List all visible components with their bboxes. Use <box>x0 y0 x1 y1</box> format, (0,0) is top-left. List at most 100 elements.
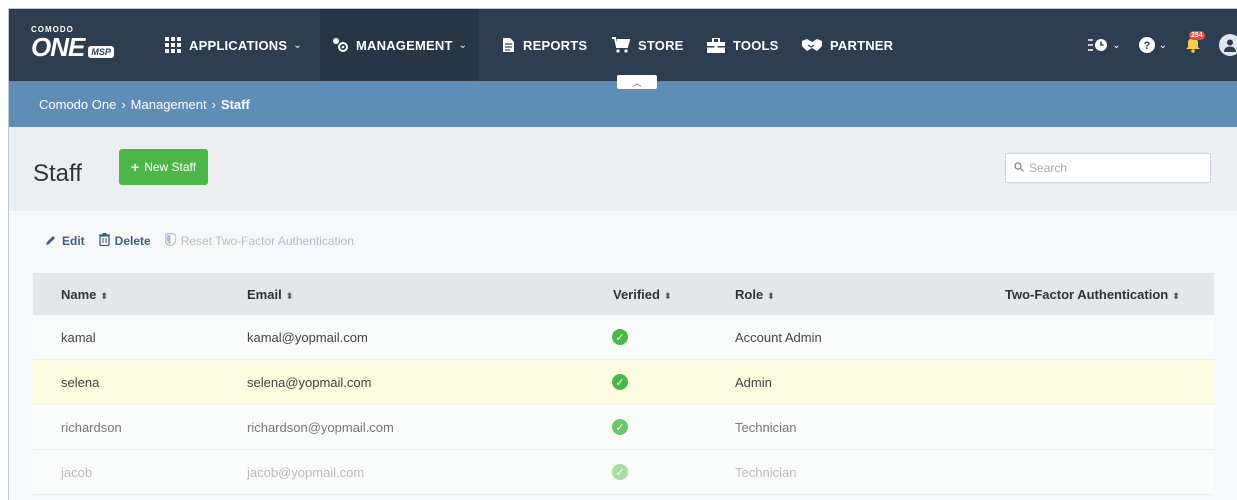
breadcrumb-root[interactable]: Comodo One <box>39 97 116 112</box>
nav-applications-label: APPLICATIONS <box>189 37 288 53</box>
cell-email: richardson@yopmail.com <box>247 419 394 435</box>
grid-icon <box>165 37 181 53</box>
nav-management[interactable]: MANAGEMENT ⌄ <box>320 9 480 81</box>
cell-role: Technician <box>735 464 797 480</box>
management-icon <box>332 37 348 53</box>
reset-2fa-label: Reset Two-Factor Authentication <box>180 234 354 248</box>
list-clock-icon <box>1088 37 1108 53</box>
nav-store-label: STORE <box>638 37 684 53</box>
table-header: Name ⬍ Email ⬍ Verified ⬍ Role ⬍ Two-Factor … <box>33 273 1214 315</box>
search-icon <box>1014 161 1024 175</box>
breadcrumb-current: Staff <box>220 96 250 112</box>
help-icon: ? <box>1138 37 1155 53</box>
history-menu[interactable]: ⌄ <box>1088 37 1121 53</box>
edit-label: Edit <box>62 234 85 248</box>
chevron-down-icon: ⌄ <box>1158 39 1167 51</box>
collapse-nav-button[interactable]: ︿ <box>617 75 657 89</box>
handshake-icon <box>802 38 822 52</box>
verified-check-icon: ✓ <box>612 329 628 346</box>
verified-check-icon: ✓ <box>612 419 628 436</box>
sort-icon: ⬍ <box>663 290 672 301</box>
cell-email: jacob@yopmail.com <box>247 464 365 480</box>
staff-table: Name ⬍ Email ⬍ Verified ⬍ Role ⬍ Two-Factor … <box>33 273 1214 495</box>
column-header-tfa[interactable]: Two-Factor Authentication ⬍ <box>1005 287 1214 302</box>
nav-partner[interactable]: PARTNER <box>802 9 893 81</box>
edit-button[interactable]: Edit <box>45 234 85 249</box>
page-title: Staff <box>33 160 82 187</box>
logo-msp-badge: MSP <box>88 45 114 58</box>
comodo-one-logo[interactable]: COMODO ONE MSP <box>31 25 114 61</box>
trash-icon <box>98 233 110 249</box>
cell-verified: ✓ <box>584 419 735 436</box>
table-row[interactable]: jacob jacob@yopmail.com ✓ Technician <box>33 450 1214 495</box>
nav-reports[interactable]: REPORTS <box>502 9 587 81</box>
top-right-controls: ⌄ ? ⌄ 254 <box>1070 9 1237 81</box>
chevron-down-icon: ⌄ <box>293 39 302 51</box>
notifications-button[interactable]: 254 <box>1185 31 1205 53</box>
column-role-label: Role <box>735 286 764 302</box>
cell-name: selena <box>61 374 100 390</box>
cell-name: richardson <box>61 419 122 435</box>
sort-icon: ⬍ <box>285 290 294 301</box>
pencil-icon <box>45 234 57 249</box>
chevron-down-icon: ⌄ <box>1112 39 1121 51</box>
column-tfa-label: Two-Factor Authentication <box>1005 286 1169 302</box>
table-row[interactable]: selena selena@yopmail.com ✓ Admin <box>33 360 1214 405</box>
nav-partner-label: PARTNER <box>830 37 894 53</box>
search-box[interactable] <box>1005 153 1211 183</box>
verified-check-icon: ✓ <box>612 374 628 391</box>
top-navigation: COMODO ONE MSP APPLICATIONS ⌄ MANAGEMENT … <box>9 9 1237 81</box>
new-staff-button[interactable]: + New Staff <box>119 149 208 185</box>
notification-count-badge: 254 <box>1189 31 1205 40</box>
nav-management-label: MANAGEMENT <box>356 37 453 53</box>
cell-email: kamal@yopmail.com <box>247 329 368 345</box>
column-header-role[interactable]: Role ⬍ <box>735 287 1005 302</box>
nav-reports-label: REPORTS <box>523 37 588 53</box>
avatar-icon <box>1219 34 1237 56</box>
reset-2fa-button[interactable]: Reset Two-Factor Authentication <box>164 232 354 249</box>
verified-check-icon: ✓ <box>612 464 628 481</box>
svg-text:?: ? <box>1143 40 1150 52</box>
cell-email: selena@yopmail.com <box>247 374 372 390</box>
chevron-up-icon: ︿ <box>632 77 642 88</box>
toolbox-icon <box>707 37 725 53</box>
cell-verified: ✓ <box>584 374 735 391</box>
column-header-verified[interactable]: Verified ⬍ <box>584 287 735 302</box>
reports-icon <box>502 37 515 53</box>
app-frame: COMODO ONE MSP APPLICATIONS ⌄ MANAGEMENT … <box>8 8 1237 500</box>
table-row[interactable]: richardson richardson@yopmail.com ✓ Tech… <box>33 405 1214 450</box>
cell-verified: ✓ <box>584 329 735 346</box>
search-input[interactable] <box>1029 161 1199 175</box>
delete-button[interactable]: Delete <box>98 233 151 249</box>
delete-label: Delete <box>114 234 151 248</box>
breadcrumb-separator: › <box>211 96 216 112</box>
column-header-email[interactable]: Email ⬍ <box>247 287 584 302</box>
sort-icon: ⬍ <box>767 290 775 301</box>
help-menu[interactable]: ? ⌄ <box>1138 37 1167 53</box>
cell-name: jacob <box>61 464 93 480</box>
action-toolbar: Edit Delete Reset Two-Factor Authenticat… <box>45 232 368 249</box>
column-header-name[interactable]: Name ⬍ <box>33 287 247 302</box>
logo-product: ONE <box>31 32 85 62</box>
plus-icon: + <box>131 159 140 175</box>
nav-tools-label: TOOLS <box>733 37 779 53</box>
sort-icon: ⬍ <box>100 290 108 301</box>
cell-role: Admin <box>735 374 772 390</box>
chevron-down-icon: ⌄ <box>458 39 468 51</box>
new-staff-label: New Staff <box>144 160 196 174</box>
nav-store[interactable]: STORE <box>612 9 684 81</box>
nav-applications[interactable]: APPLICATIONS ⌄ <box>165 9 302 81</box>
cart-icon <box>612 37 630 53</box>
breadcrumb-separator: › <box>121 96 126 112</box>
cell-role: Account Admin <box>735 329 822 345</box>
cell-role: Technician <box>735 419 797 435</box>
cell-name: kamal <box>61 329 96 345</box>
table-row[interactable]: kamal kamal@yopmail.com ✓ Account Admin <box>33 315 1214 360</box>
column-email-label: Email <box>247 286 282 302</box>
column-name-label: Name <box>61 286 97 302</box>
sort-icon: ⬍ <box>1172 290 1180 301</box>
column-verified-label: Verified <box>613 286 660 302</box>
nav-tools[interactable]: TOOLS <box>707 9 779 81</box>
breadcrumb-parent[interactable]: Management <box>131 97 207 112</box>
user-menu[interactable] <box>1219 34 1237 56</box>
